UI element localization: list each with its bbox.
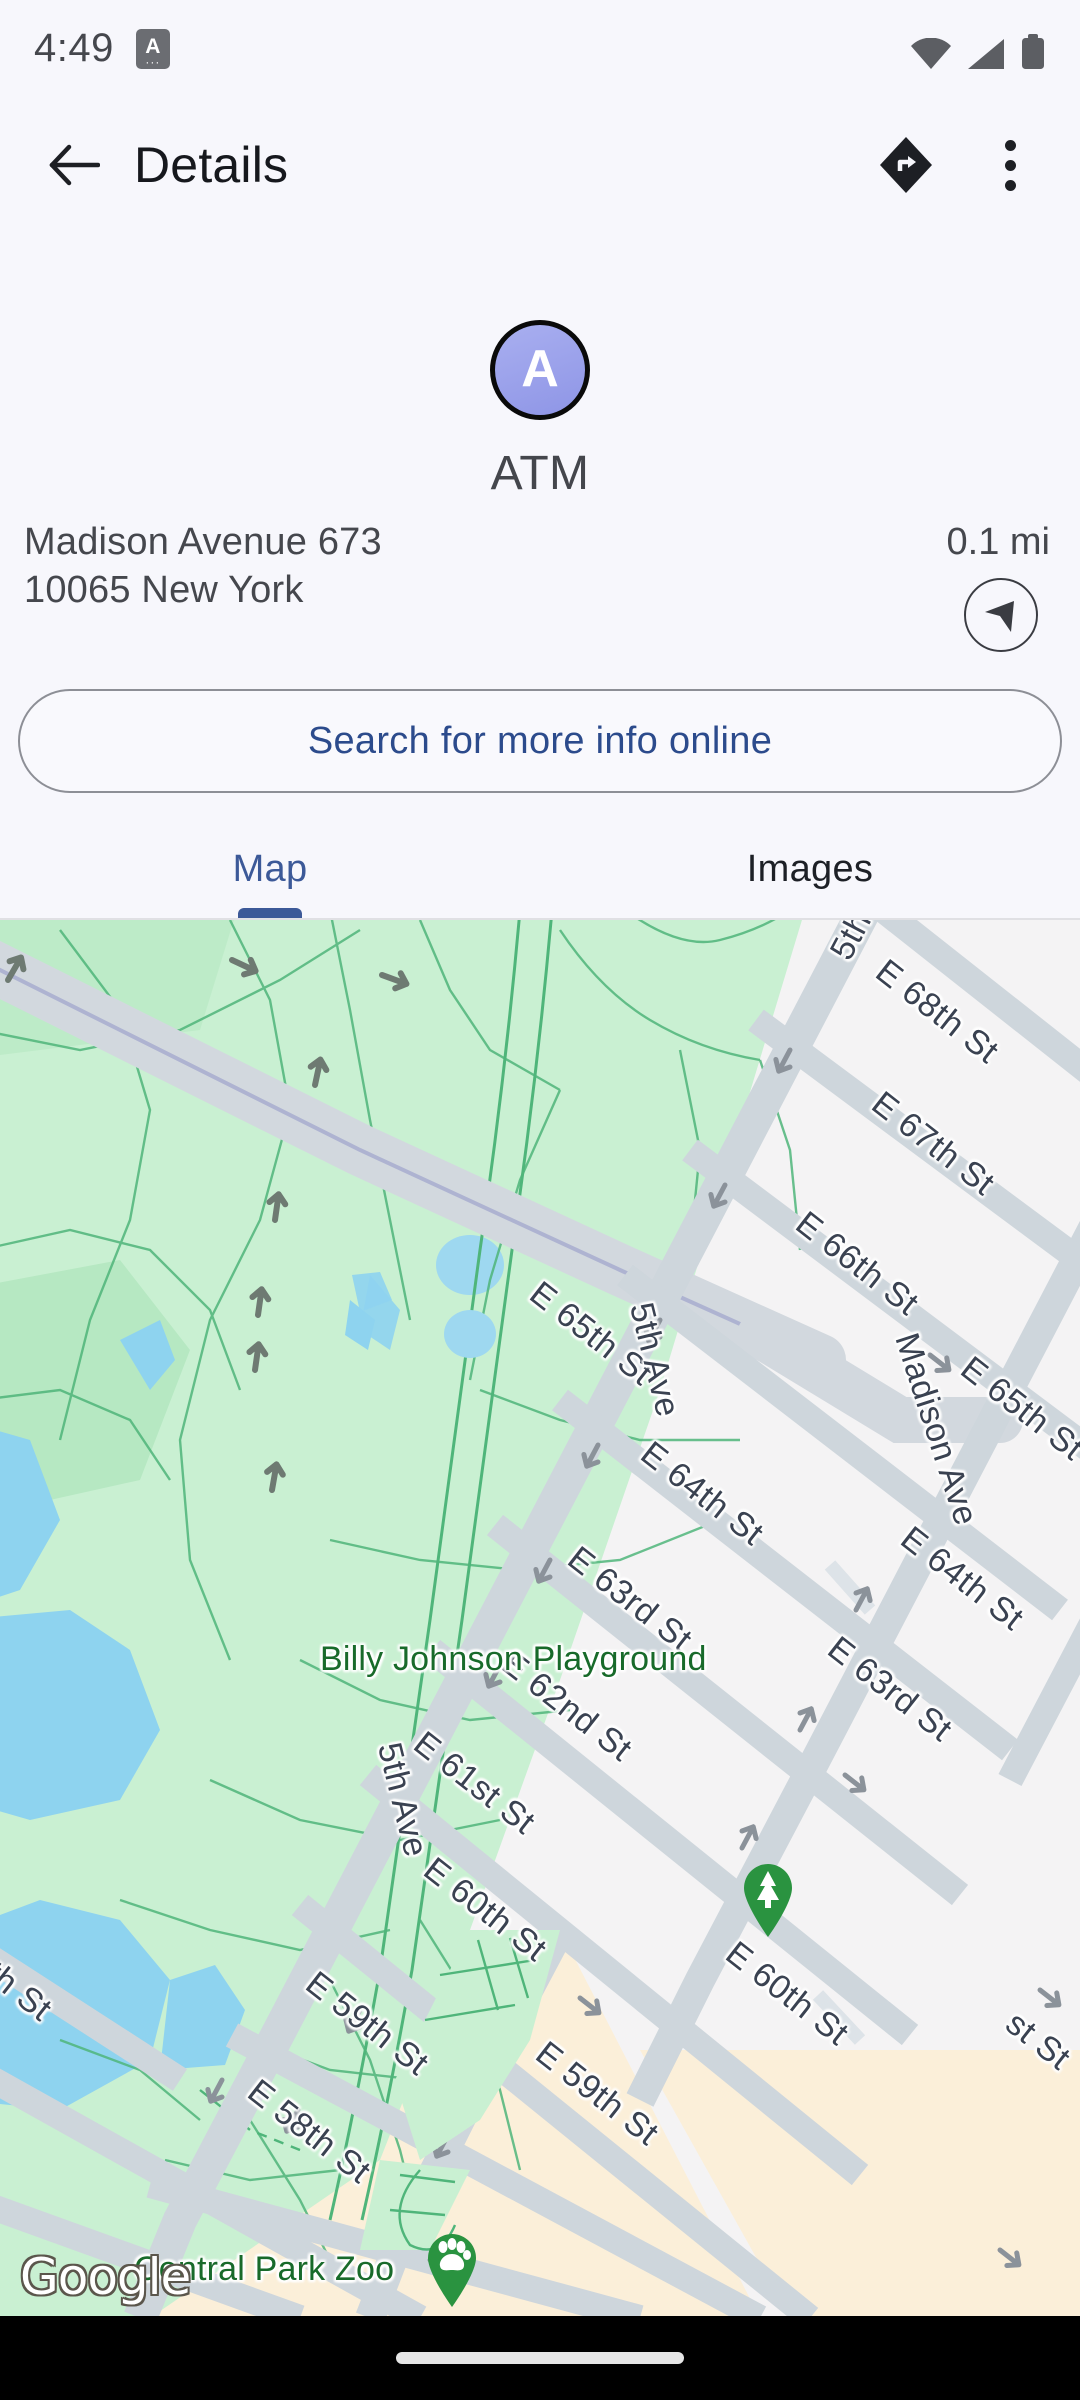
wifi-icon [911, 38, 951, 69]
app-bar-actions [858, 117, 1058, 213]
status-bar-left: 4:49 A ··· [34, 26, 170, 71]
home-gesture-pill[interactable] [396, 2352, 684, 2364]
notification-app-badge-icon: A ··· [135, 28, 170, 69]
directions-icon [880, 137, 932, 193]
compass-button[interactable] [964, 578, 1038, 652]
battery-icon [1022, 34, 1044, 69]
arrow-left-icon [49, 144, 100, 186]
distance-block: 0.1 mi [806, 518, 1056, 652]
tab-map-label: Map [232, 847, 308, 890]
place-name: ATM [490, 447, 590, 500]
address-line-1: Madison Avenue 673 [24, 521, 382, 563]
address-block: Madison Avenue 673 10065 New York [24, 518, 806, 614]
status-clock: 4:49 [34, 26, 114, 70]
address-line-2: 10065 New York [24, 569, 304, 611]
place-avatar-wrap: A [0, 320, 1080, 420]
app-badge-letter: A [145, 35, 161, 58]
page-title: Details [134, 137, 289, 193]
distance-text: 0.1 mi [946, 521, 1050, 563]
overflow-menu-button[interactable] [962, 117, 1058, 213]
app-bar: Details [0, 100, 1080, 230]
avatar-letter: A [521, 340, 559, 398]
tab-images-label: Images [746, 847, 874, 890]
search-more-info-button[interactable]: Search for more info online [18, 689, 1062, 793]
tab-map[interactable]: Map [0, 820, 540, 918]
paw-icon [428, 2234, 476, 2307]
back-button[interactable] [26, 117, 122, 213]
status-bar: 4:49 A ··· [0, 0, 1080, 100]
system-navigation-bar [0, 2316, 1080, 2400]
more-vertical-icon [1004, 139, 1016, 191]
playground-pin[interactable] [738, 1860, 798, 1938]
google-attribution: Google [20, 2248, 191, 2306]
tree-icon [744, 1864, 792, 1937]
zoo-pin[interactable] [422, 2230, 482, 2308]
tab-bar: Map Images [0, 820, 1080, 918]
compass-needle-icon [985, 601, 1014, 632]
tab-active-indicator [238, 908, 302, 918]
tab-images[interactable]: Images [540, 820, 1080, 918]
map-canvas [0, 920, 1080, 2316]
search-more-info-label: Search for more info online [307, 719, 773, 762]
status-bar-right [910, 30, 1046, 70]
cellular-signal-icon [968, 39, 1004, 69]
phone-screen: 4:49 A ··· Details A ATM Madison Avenue … [0, 0, 1080, 2400]
map-view[interactable]: 5th E 68th St E 67th St E 66th St E 65th St M… [0, 918, 1080, 2316]
place-header: A ATM [0, 232, 1080, 501]
place-avatar: A [490, 320, 590, 420]
directions-button[interactable] [858, 117, 954, 213]
app-badge-dots: ··· [145, 54, 161, 69]
address-row: Madison Avenue 673 10065 New York 0.1 mi [0, 518, 1080, 652]
